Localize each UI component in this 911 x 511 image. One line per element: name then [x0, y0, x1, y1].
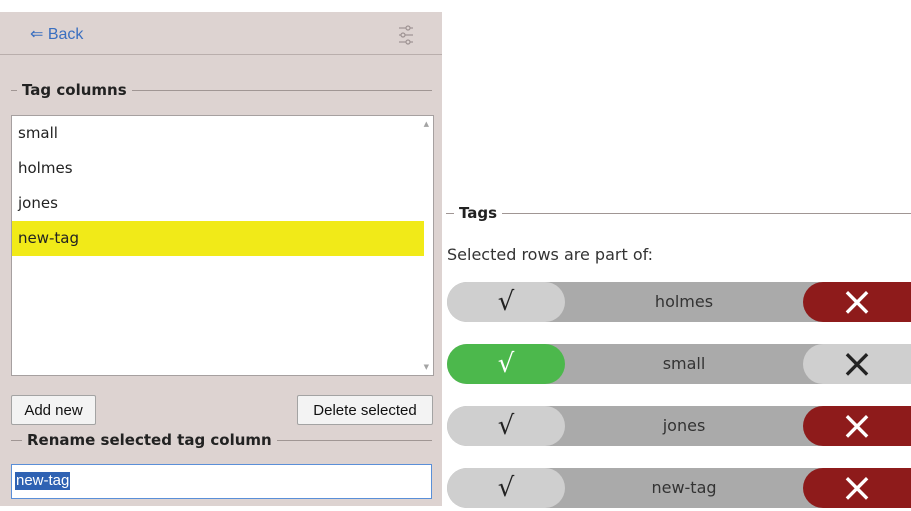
checkmark-icon: √ — [497, 287, 515, 317]
settings-sliders-icon[interactable] — [396, 24, 416, 46]
tag-columns-panel: ⇐ Back Tag columns small holmes jones new-t… — [0, 12, 442, 506]
tag-name-label: new-tag — [651, 478, 717, 497]
checkmark-icon: √ — [497, 473, 515, 503]
close-x-icon: × — [840, 465, 874, 511]
rename-input-value: new-tag — [15, 472, 71, 490]
tag-toggle-row: √ new-tag × — [447, 468, 911, 508]
rename-legend: Rename selected tag column — [11, 430, 432, 450]
tag-columns-legend: Tag columns — [11, 80, 432, 100]
tag-columns-list[interactable]: small holmes jones new-tag ▲ ▼ — [11, 115, 434, 376]
list-item[interactable]: holmes — [12, 151, 424, 186]
tag-columns-title: Tag columns — [22, 81, 127, 99]
tag-toggle-row: √ holmes × — [447, 282, 911, 322]
exclude-button[interactable]: × — [803, 468, 911, 508]
tag-name-label: holmes — [654, 292, 714, 311]
checkmark-icon: √ — [497, 411, 515, 441]
close-x-icon: × — [840, 279, 874, 325]
add-new-button[interactable]: Add new — [11, 395, 96, 425]
tags-legend: Tags — [446, 203, 911, 223]
tag-toggle-row: √ jones × — [447, 406, 911, 446]
exclude-button[interactable]: × — [803, 344, 911, 384]
tag-name-label: small — [662, 354, 706, 373]
include-button[interactable]: √ — [447, 468, 565, 508]
tags-title: Tags — [459, 204, 498, 222]
include-button[interactable]: √ — [447, 406, 565, 446]
exclude-button[interactable]: × — [803, 406, 911, 446]
close-x-icon: × — [840, 341, 874, 387]
delete-selected-button[interactable]: Delete selected — [297, 395, 433, 425]
rename-title: Rename selected tag column — [27, 431, 272, 449]
include-button[interactable]: √ — [447, 344, 565, 384]
exclude-button[interactable]: × — [803, 282, 911, 322]
checkmark-icon: √ — [497, 349, 515, 379]
list-item[interactable]: jones — [12, 186, 424, 221]
tag-name-label: jones — [662, 416, 706, 435]
list-item[interactable]: small — [12, 116, 424, 151]
rename-input[interactable]: new-tag — [11, 464, 432, 499]
list-item[interactable]: new-tag — [12, 221, 424, 256]
close-x-icon: × — [840, 403, 874, 449]
tags-subtitle: Selected rows are part of: — [447, 245, 654, 264]
back-link[interactable]: ⇐ Back — [30, 24, 83, 44]
tag-toggle-row: √ small × — [447, 344, 911, 384]
scroll-up-arrow-icon[interactable]: ▲ — [424, 120, 429, 128]
top-bar: ⇐ Back — [0, 12, 442, 55]
scroll-down-arrow-icon[interactable]: ▼ — [424, 363, 429, 371]
include-button[interactable]: √ — [447, 282, 565, 322]
